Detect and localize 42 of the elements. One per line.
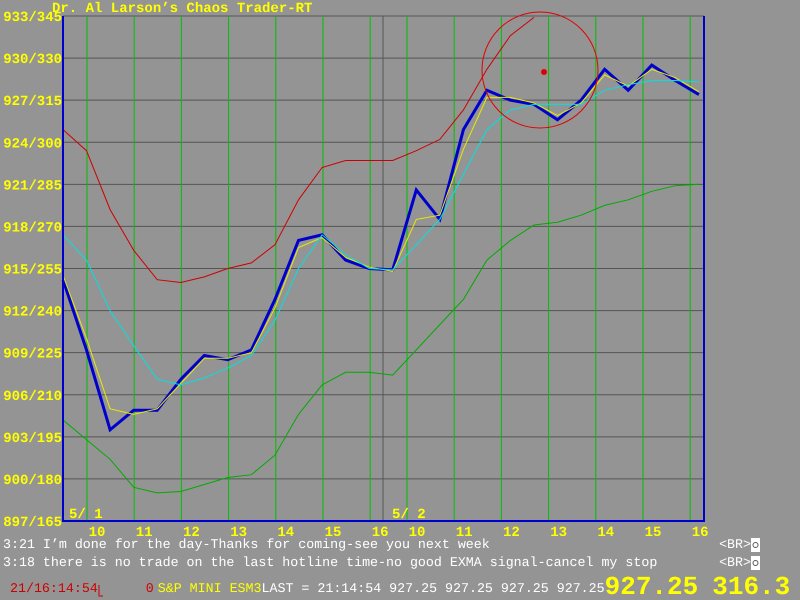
x-axis-label: 14 [597, 525, 614, 536]
y-axis-label: 927/315 [3, 94, 62, 110]
box-icon [751, 556, 760, 570]
status-count: 0 [146, 580, 154, 598]
cursor-icon [98, 585, 103, 597]
y-axis-label: 912/240 [3, 304, 62, 321]
x-axis-label: 13 [550, 525, 567, 536]
x-axis-label: 14 [277, 525, 294, 536]
y-axis-label: 921/285 [3, 178, 62, 194]
x-axis-label: 11 [456, 525, 473, 536]
message-tag: <BR> [719, 554, 751, 572]
y-axis-label: 933/345 [3, 10, 62, 26]
y-axis-label: 915/255 [3, 262, 62, 278]
status-price: 927.25 [604, 574, 698, 600]
x-axis-label: 10 [88, 525, 106, 536]
x-axis-label: 12 [183, 525, 200, 536]
y-axis-label: 924/300 [3, 136, 62, 152]
x-axis-label: 11 [136, 525, 153, 536]
x-axis-label: 12 [503, 525, 520, 536]
box-icon [751, 538, 760, 552]
message-text: 3:18 there is no trade on the last hotline time-no good EXMA signal-cancel my stop [3, 554, 658, 572]
x-axis-label: 10 [408, 525, 426, 536]
x-axis-label: 15 [324, 525, 342, 536]
y-axis-label: 930/330 [3, 52, 62, 68]
y-axis-label: 918/270 [3, 220, 62, 236]
y-axis-label: 903/195 [3, 430, 62, 447]
status-datetime: 21/16:14:54 [10, 580, 98, 598]
message-text: 3:21 I’m done for the day-Thanks for coming-see you next week [3, 536, 490, 554]
x-axis-label: 15 [644, 525, 662, 536]
status-value: 316.3 [712, 574, 790, 600]
y-axis-label: 900/180 [3, 472, 62, 489]
status-last: LAST = 21:14:54 927.25 927.25 927.25 927.25 [262, 580, 605, 598]
y-axis-label: 897/165 [3, 515, 62, 531]
day-label: 5/ 1 [69, 507, 103, 523]
y-axis-label: 909/225 [3, 346, 62, 363]
x-axis-label: 13 [230, 525, 247, 536]
x-axis-label: 16 [372, 525, 389, 536]
status-symbol: S&P MINI ESM3 [158, 580, 262, 598]
dot-marker [541, 69, 547, 75]
message-tag: <BR> [719, 536, 751, 554]
x-axis-label: 16 [692, 525, 709, 536]
y-axis-label: 906/210 [3, 388, 62, 405]
